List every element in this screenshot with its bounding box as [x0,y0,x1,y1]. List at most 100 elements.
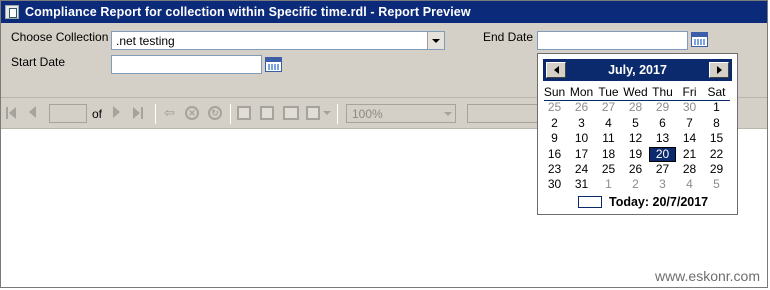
end-date-label: End Date [483,30,534,44]
zoom-dropdown[interactable]: 100% [346,104,456,123]
weekday-label: Wed [623,85,648,99]
calendar-day[interactable]: 25 [595,162,622,177]
today-marker-icon [578,196,602,208]
calendar-day[interactable]: 8 [703,116,730,131]
calendar-day[interactable]: 5 [703,177,730,192]
page-setup-icon[interactable] [283,106,299,120]
calendar-day[interactable]: 2 [622,177,649,192]
calendar-day[interactable]: 4 [676,177,703,192]
refresh-icon[interactable]: ↻ [208,106,222,120]
calendar-weekday-row: Sun Mon Tue Wed Thu Fri Sat [541,85,730,100]
calendar-day[interactable]: 9 [541,131,568,146]
first-page-icon[interactable] [6,106,16,120]
calendar-day[interactable]: 1 [595,177,622,192]
date-picker-popup: July, 2017 Sun Mon Tue Wed Thu Fri Sat 25 26 27 28… [537,53,738,215]
calendar-day[interactable]: 13 [649,131,676,146]
calendar-day[interactable]: 29 [649,100,676,115]
calendar-week-row: 30 31 1 2 3 4 5 [541,177,730,192]
calendar-day[interactable]: 26 [568,100,595,115]
start-date-input[interactable] [111,55,262,74]
report-icon [5,5,19,19]
end-date-calendar-icon[interactable] [691,32,708,47]
calendar-month-title: July, 2017 [608,63,667,77]
today-link[interactable]: Today: 20/7/2017 [578,195,708,209]
previous-month-button[interactable] [546,62,566,78]
dropdown-arrow-icon[interactable] [427,32,444,49]
calendar-week-row: 16 17 18 19 20 21 22 [541,146,730,162]
window-title: Compliance Report for collection within … [25,5,471,19]
calendar-day[interactable]: 3 [568,116,595,131]
next-month-button[interactable] [709,62,729,78]
export-icon[interactable] [306,106,331,120]
calendar-day[interactable]: 22 [703,147,730,162]
calendar-day[interactable]: 14 [676,131,703,146]
calendar-day[interactable]: 11 [595,131,622,146]
calendar-day[interactable]: 30 [541,177,568,192]
weekday-label: Sat [707,85,726,99]
calendar-day[interactable]: 19 [622,147,649,162]
calendar-day[interactable]: 5 [622,116,649,131]
weekday-label: Tue [598,85,619,99]
calendar-day[interactable]: 31 [568,177,595,192]
choose-collection-value: .net testing [116,34,175,48]
calendar-day[interactable]: 3 [649,177,676,192]
end-date-input[interactable] [537,31,688,50]
weekday-label: Thu [652,85,673,99]
back-icon[interactable]: ⇦ [164,106,175,120]
start-date-calendar-icon[interactable] [265,57,282,72]
start-date-label: Start Date [11,55,66,69]
calendar-day[interactable]: 25 [541,100,568,115]
calendar-day[interactable]: 21 [676,147,703,162]
zoom-value: 100% [352,107,383,121]
calendar-week-row: 2345678 [541,116,730,131]
last-page-icon[interactable] [133,106,143,120]
calendar-week-row: 9 10 11 12 13 14 15 [541,131,730,146]
calendar-day[interactable]: 30 [676,100,703,115]
calendar-day[interactable]: 23 [541,162,568,177]
weekday-label: Mon [569,85,594,99]
calendar-week-row: 23 24 25 26 27 28 29 [541,162,730,177]
calendar-day[interactable]: 24 [568,162,595,177]
calendar-day[interactable]: 10 [568,131,595,146]
calendar-day[interactable]: 28 [622,100,649,115]
weekday-label: Fri [682,85,697,99]
calendar-day[interactable]: 17 [568,147,595,162]
weekday-label: Sun [543,85,566,99]
report-preview-window: Compliance Report for collection within … [0,0,768,288]
calendar-day-selected[interactable]: 20 [649,146,676,162]
calendar-day[interactable]: 29 [703,162,730,177]
calendar-day[interactable]: 16 [541,147,568,162]
calendar-day[interactable]: 6 [649,116,676,131]
print-layout-icon[interactable] [260,106,274,120]
calendar-day[interactable]: 18 [595,147,622,162]
watermark: www.eskonr.com [654,268,760,284]
zoom-arrow-icon[interactable] [440,105,455,122]
calendar-day[interactable]: 28 [676,162,703,177]
find-input[interactable] [467,104,539,123]
calendar-day[interactable]: 7 [676,116,703,131]
stop-icon[interactable]: ✕ [185,106,199,120]
choose-collection-dropdown[interactable]: .net testing [111,31,445,50]
current-page-input[interactable] [49,104,87,123]
calendar-day[interactable]: 2 [541,116,568,131]
toolbar-separator [337,104,338,124]
previous-page-icon[interactable] [29,106,36,120]
calendar-grid: Sun Mon Tue Wed Thu Fri Sat 25 26 27 28 29 30 1 2 3 4 5 6 7… [541,85,730,193]
title-bar: Compliance Report for collection within … [1,1,767,23]
choose-collection-label: Choose Collection [11,30,109,44]
calendar-day[interactable]: 1 [703,100,730,115]
calendar-day[interactable]: 15 [703,131,730,146]
calendar-week-row: 25 26 27 28 29 30 1 [541,100,730,115]
calendar-day[interactable]: 4 [595,116,622,131]
print-icon[interactable] [237,106,251,120]
calendar-day[interactable]: 26 [622,162,649,177]
calendar-day[interactable]: 27 [595,100,622,115]
calendar-day[interactable]: 27 [649,162,676,177]
toolbar-separator [155,104,156,124]
toolbar-separator [230,104,231,124]
today-label: Today: 20/7/2017 [609,195,709,209]
next-page-icon[interactable] [113,106,120,120]
calendar-day[interactable]: 12 [622,131,649,146]
page-of-label: of [92,107,103,121]
calendar-header: July, 2017 [543,59,732,81]
